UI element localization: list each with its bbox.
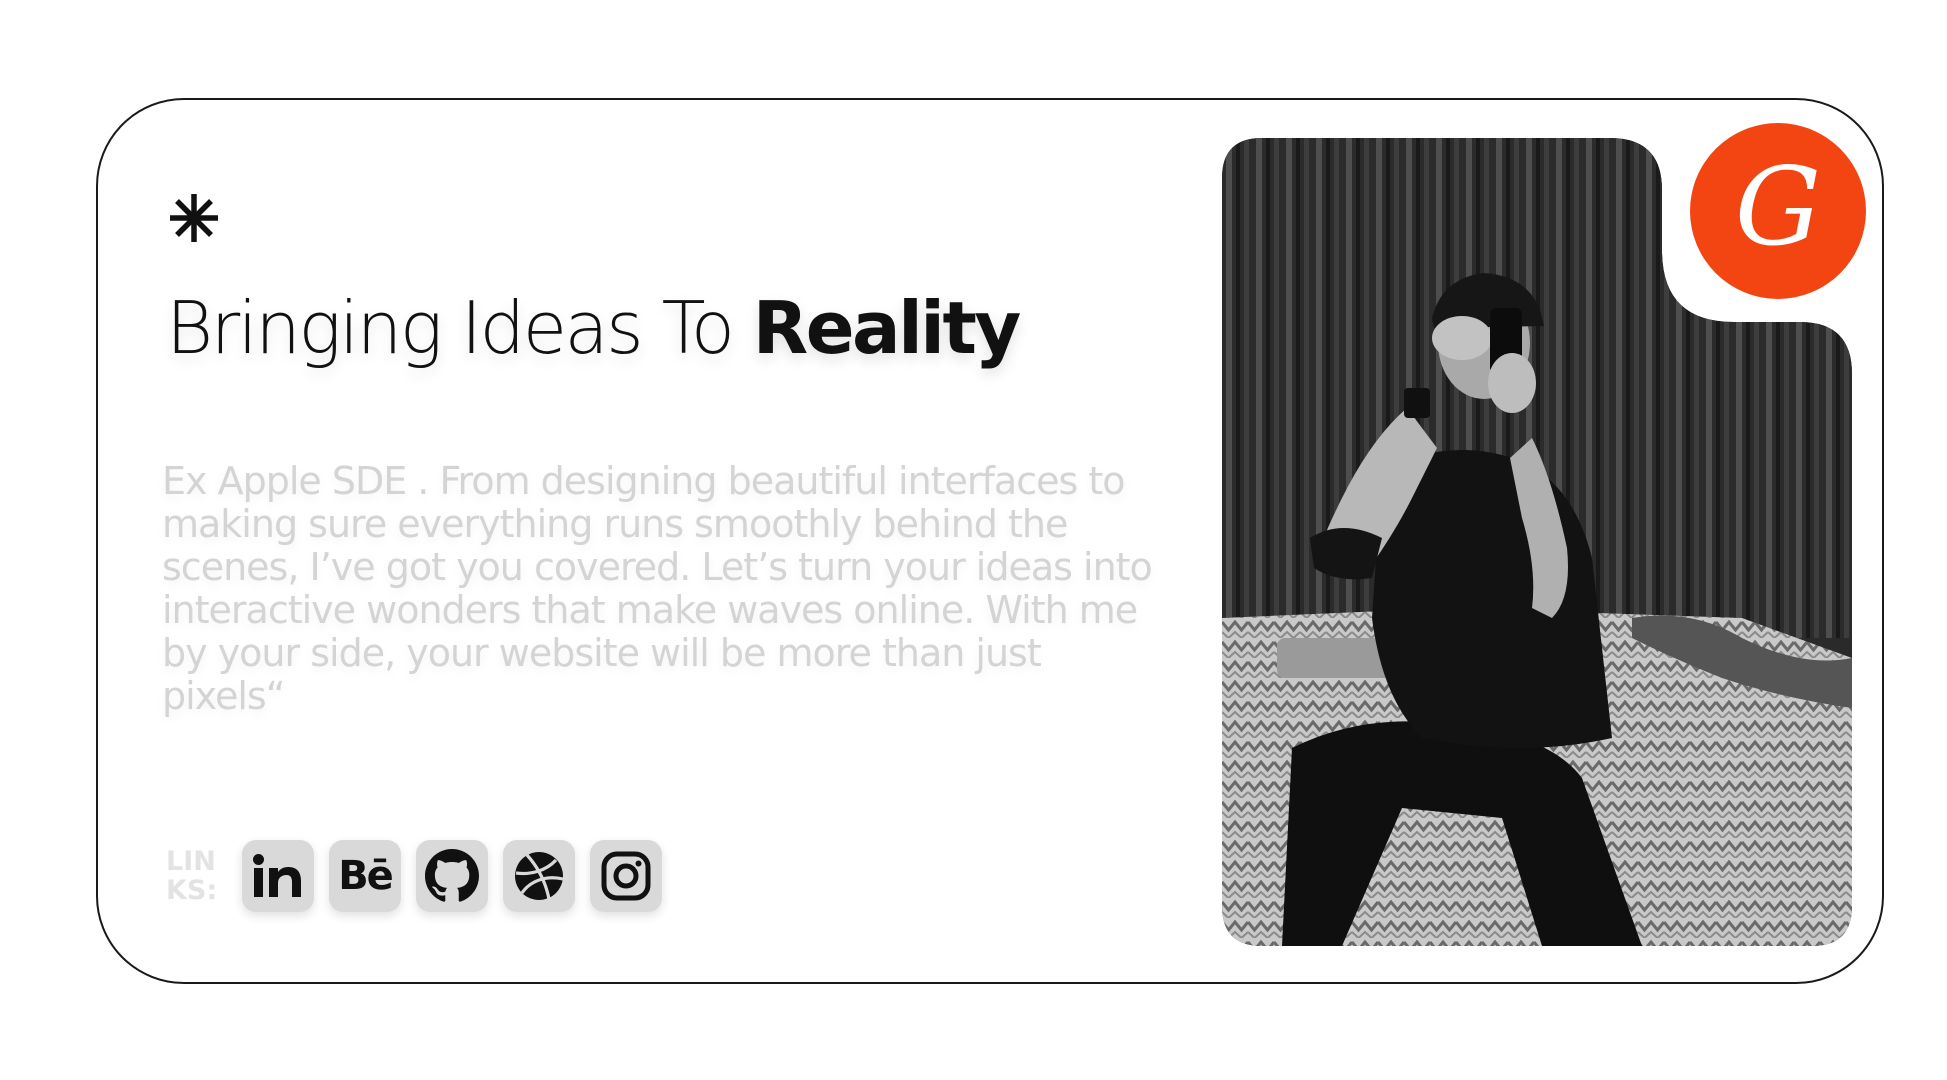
links-label: LINKS: <box>166 846 218 906</box>
behance-button[interactable]: Bē <box>329 840 401 912</box>
page-title: Bringing Ideas To Reality <box>166 278 1022 378</box>
instagram-button[interactable] <box>590 840 662 912</box>
github-button[interactable] <box>416 840 488 912</box>
linkedin-button[interactable] <box>242 840 314 912</box>
instagram-icon <box>601 851 651 901</box>
asterisk-icon <box>170 194 218 242</box>
dribbble-button[interactable] <box>503 840 575 912</box>
github-icon <box>425 849 479 902</box>
linkedin-icon <box>253 854 301 897</box>
social-links: LINKS: Bē <box>166 840 677 912</box>
headline-regular: Bringing Ideas To <box>166 286 753 370</box>
logo-badge[interactable]: G <box>1690 123 1866 299</box>
bio-text: Ex Apple SDE . From designing beautiful … <box>162 459 1153 718</box>
headline-bold: Reality <box>752 286 1022 370</box>
logo-letter: G <box>1734 145 1822 270</box>
dribbble-icon <box>515 852 564 900</box>
behance-icon: Bē <box>338 853 394 899</box>
